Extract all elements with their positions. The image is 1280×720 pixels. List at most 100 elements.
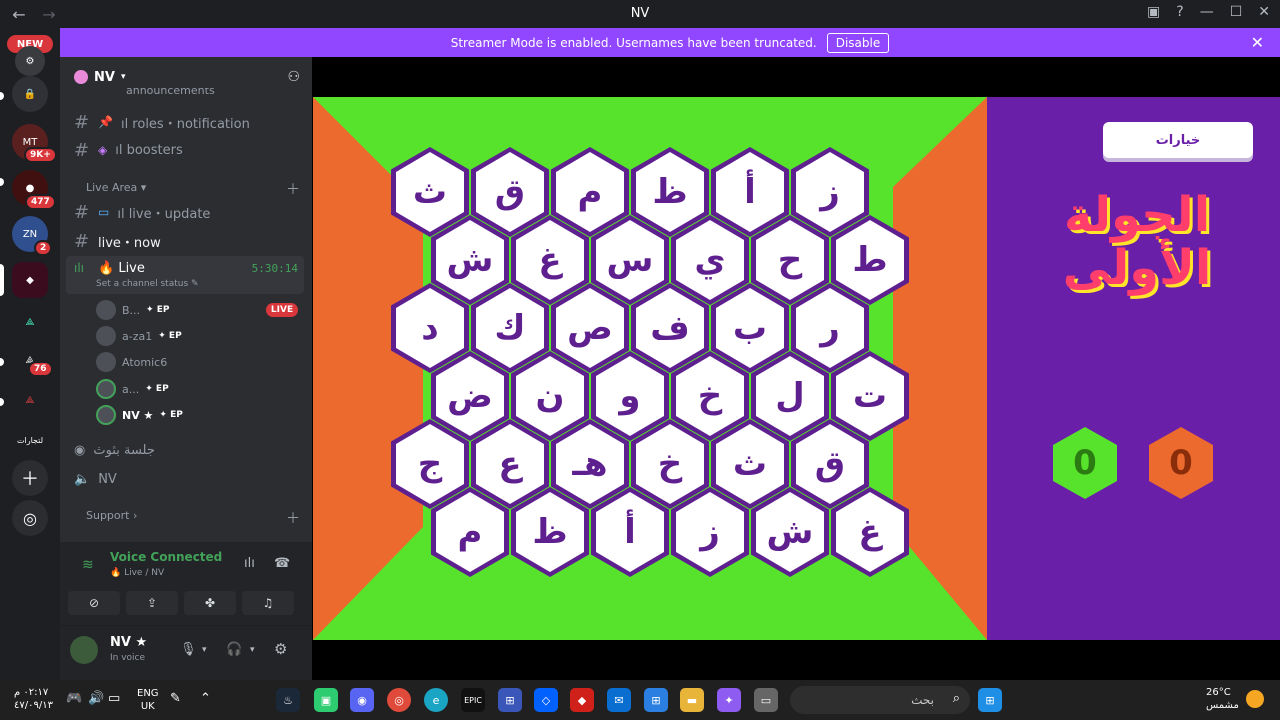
clock[interactable]: ٠٢:١٧ م ٤٧/٠٩/١٣ xyxy=(14,686,53,712)
start-icon[interactable]: ⊞ xyxy=(978,688,1002,712)
server-icon[interactable]: لتجارات xyxy=(12,422,48,458)
controller-icon[interactable]: 🎮 xyxy=(66,691,82,706)
close-banner-icon[interactable]: ✕ xyxy=(1251,33,1264,52)
letter-text: ظ xyxy=(516,492,584,572)
dropbox-icon[interactable]: ◇ xyxy=(534,688,558,712)
voice-user[interactable]: B... ✦ EP xyxy=(96,299,169,321)
soundboard-button[interactable]: ♫ xyxy=(242,591,294,615)
close-window-icon[interactable]: ✕ xyxy=(1258,4,1270,20)
stream-view[interactable]: ز أ ظ م ق ث ط ح ي س غ ش ر ب ف ص ك د ت ل خ و ن ض ق ث خ هـ ع ج غ ش ز أ ظ م خي… xyxy=(312,57,1280,680)
inbox-icon[interactable]: ▣ xyxy=(1147,4,1160,20)
voice-channel-nv[interactable]: 🔈 NV xyxy=(68,466,304,492)
voice-timer: 5:30:14 xyxy=(251,262,298,275)
round-title: الجولة الأولى xyxy=(1062,187,1212,296)
disconnect-icon[interactable]: ☎ xyxy=(274,556,290,571)
channel-announcements[interactable]: announcements xyxy=(68,88,304,100)
voice-user[interactable]: a-za1 ✦ EP xyxy=(96,325,182,347)
headphones-icon[interactable]: 🎧 xyxy=(226,642,242,657)
avatar xyxy=(96,352,116,372)
edge-icon[interactable]: e xyxy=(424,688,448,712)
add-channel-icon[interactable]: ＋ xyxy=(286,508,300,528)
folder-icon[interactable]: ▬ xyxy=(680,688,704,712)
server-icon[interactable]: ⚙ xyxy=(15,46,45,76)
letter-text: د xyxy=(396,288,464,368)
invite-icon[interactable]: ⚇ xyxy=(287,69,300,85)
voice-location[interactable]: 🔥 Live / NV xyxy=(110,568,164,578)
options-button[interactable]: خيارات xyxy=(1103,122,1253,158)
game-side-panel: خيارات الجولة الأولى 0 0 xyxy=(987,97,1280,640)
help-icon[interactable]: ? xyxy=(1176,4,1183,20)
stage-icon: ◉ xyxy=(74,442,86,458)
voice-user[interactable]: Atomic6 xyxy=(96,351,167,373)
language-indicator[interactable]: ENG UK xyxy=(137,687,159,713)
server-icon[interactable]: ◆ xyxy=(12,262,48,298)
channel-live-now[interactable]: # live・now xyxy=(68,228,304,254)
letter-text: ت xyxy=(836,356,904,436)
title-bar: ← → NV ▣ ? — ☐ ✕ xyxy=(0,0,1280,28)
chevron-down-icon[interactable]: ▾ xyxy=(202,645,207,655)
discord-icon[interactable]: ◉ xyxy=(350,688,374,712)
discover-icon[interactable]: ◎ xyxy=(12,500,48,536)
category-support[interactable]: Support › xyxy=(86,509,137,522)
app-icon[interactable]: ⊞ xyxy=(498,688,522,712)
epic-games-icon[interactable]: EPIC xyxy=(461,688,485,712)
avatar xyxy=(96,326,116,346)
search-icon: ⌕ xyxy=(952,691,960,706)
channel-live-update[interactable]: # ▭ ıl live・update xyxy=(68,199,304,225)
app-icon[interactable]: ▣ xyxy=(314,688,338,712)
signal-icon[interactable]: ≋ xyxy=(82,557,94,573)
channel-boosters[interactable]: # ◈ ıl boosters xyxy=(68,137,304,163)
channel-roles[interactable]: # 📌 ıl roles・notification xyxy=(68,109,304,135)
server-icon[interactable]: ⟁ xyxy=(12,382,48,418)
network-icon[interactable]: ▭ xyxy=(108,691,120,706)
disable-button[interactable]: Disable xyxy=(826,32,890,53)
ep-tag: ✦ EP xyxy=(158,331,182,341)
activities-button[interactable]: ✤ xyxy=(184,591,236,615)
voice-user[interactable]: NV ★ ✦ EP xyxy=(96,404,183,426)
voice-user[interactable]: a... ✦ EP xyxy=(96,378,169,400)
app-icon[interactable]: ▭ xyxy=(754,688,778,712)
letter-text: ش xyxy=(756,492,824,572)
voice-active-icon: ılı xyxy=(74,261,85,275)
steam-icon[interactable]: ♨ xyxy=(276,688,300,712)
category-live-area[interactable]: Live Area ▾ xyxy=(86,181,146,194)
store-icon[interactable]: ⊞ xyxy=(644,688,668,712)
noise-suppression-icon[interactable]: ılı xyxy=(244,556,255,571)
stage-channel[interactable]: ◉ جلسة بثوث xyxy=(68,437,304,463)
search-box[interactable]: بحث ⌕ xyxy=(790,686,970,714)
weather[interactable]: 26°C مشمس xyxy=(1206,686,1239,712)
chevron-up-icon[interactable]: ⌃ xyxy=(200,691,211,706)
streamer-mode-banner: Streamer Mode is enabled. Usernames have… xyxy=(60,28,1280,57)
copilot-icon[interactable]: ✦ xyxy=(717,688,741,712)
add-channel-icon[interactable]: ＋ xyxy=(286,179,300,199)
username[interactable]: NV ★ xyxy=(110,635,147,650)
letter-text: م xyxy=(556,152,624,232)
server-icon[interactable]: ⟁ xyxy=(12,304,48,340)
mail-icon[interactable]: ✉ xyxy=(607,688,631,712)
maximize-icon[interactable]: ☐ xyxy=(1230,4,1243,20)
taskbar: ٠٢:١٧ م ٤٧/٠٩/١٣ 🎮 🔊 ▭ ENG UK ✎ ⌃ ♨ ▣ ◉ … xyxy=(0,680,1280,720)
chevron-down-icon[interactable]: ▾ xyxy=(250,645,255,655)
volume-icon[interactable]: 🔊 xyxy=(88,691,104,706)
letter-text: س xyxy=(596,220,664,300)
chrome-icon[interactable]: ◎ xyxy=(387,688,411,712)
voice-channel-live[interactable]: ılı 🔥 Live 5:30:14 Set a channel status … xyxy=(66,256,304,294)
microphone-icon[interactable]: 🎙 xyxy=(180,642,197,657)
pin-icon: 📌 xyxy=(98,115,113,129)
screen-share-button[interactable]: ⇪ xyxy=(126,591,178,615)
server-icon[interactable]: 🔒 xyxy=(12,76,48,112)
letter-text: ظ xyxy=(636,152,704,232)
letter-text: غ xyxy=(836,492,904,572)
channel-status[interactable]: Set a channel status ✎ xyxy=(96,279,199,289)
add-server-icon[interactable]: ＋ xyxy=(12,460,48,496)
gear-icon[interactable]: ⚙ xyxy=(274,640,287,658)
letter-text: ص xyxy=(556,288,624,368)
letter-text: أ xyxy=(716,152,784,232)
letter-text: أ xyxy=(596,492,664,572)
pen-icon[interactable]: ✎ xyxy=(170,691,181,706)
app-icon[interactable]: ◆ xyxy=(570,688,594,712)
letter-text: ق xyxy=(476,152,544,232)
camera-off-button[interactable]: ⊘ xyxy=(68,591,120,615)
avatar[interactable] xyxy=(70,636,98,664)
minimize-icon[interactable]: — xyxy=(1200,4,1214,20)
